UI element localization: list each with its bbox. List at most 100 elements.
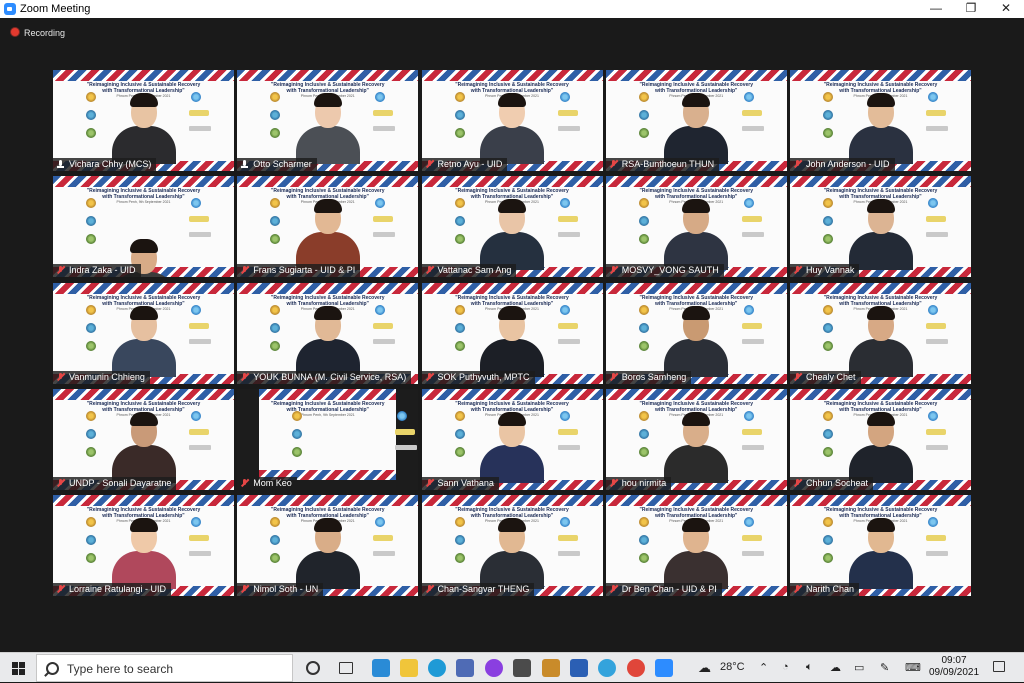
emblem-icon	[270, 517, 281, 527]
cortana-icon[interactable]	[302, 657, 324, 679]
store-app-icon[interactable]	[370, 657, 392, 679]
mic-off-icon	[610, 160, 617, 168]
chevron-up-icon[interactable]: ⌃	[759, 661, 768, 674]
participant-name: RSA-Bunthoeun THUN	[621, 159, 715, 169]
un-logo-icon	[559, 198, 570, 209]
zoom-icon[interactable]	[653, 657, 675, 679]
weather-icon[interactable]: ☁	[698, 660, 711, 676]
mic-off-icon	[57, 585, 64, 593]
video-tile[interactable]: "Reimagining Inclusive & Sustainable Rec…	[421, 70, 603, 171]
window-titlebar: Zoom Meeting — ❐ ✕	[0, 0, 1024, 18]
emblem-icon	[454, 446, 465, 457]
video-tile[interactable]: "Reimagining Inclusive & Sustainable Rec…	[53, 70, 234, 171]
partner-logo-icon	[557, 428, 578, 435]
emblem-icon	[292, 410, 303, 421]
video-tile[interactable]: "Reimagining Inclusive & Sustainable Rec…	[605, 176, 787, 278]
participant-name: Nimol Soth - UN	[253, 584, 319, 594]
notification-icon[interactable]	[993, 661, 1005, 672]
video-tile[interactable]: "Reimagining Inclusive & Sustainable Rec…	[790, 176, 971, 278]
calculator-icon[interactable]	[511, 657, 533, 679]
participant-name: Retno Ayu - UID	[437, 159, 503, 169]
battery-icon[interactable]: ▭	[854, 661, 864, 674]
word-icon[interactable]	[568, 657, 590, 679]
video-tile[interactable]: "Reimagining Inclusive & Sustainable Rec…	[790, 495, 971, 596]
minimize-button[interactable]: —	[918, 0, 954, 18]
emblem-icon	[270, 198, 281, 209]
taskbar-clock[interactable]: 09:07 09/09/2021	[926, 655, 982, 679]
video-tile[interactable]: "Reimagining Inclusive & Sustainable Rec…	[605, 388, 787, 490]
start-button[interactable]	[0, 653, 36, 683]
emblem-icon	[454, 216, 465, 227]
un-logo-icon	[928, 410, 938, 421]
volume-icon[interactable]: 🔈︎	[806, 661, 813, 674]
emblem-icon	[638, 535, 649, 545]
emblem-icon	[454, 110, 465, 120]
mic-off-icon	[426, 266, 433, 274]
mic-on-icon	[241, 160, 249, 168]
weather-temperature[interactable]: 28°C	[720, 661, 745, 673]
emblem-icon	[86, 92, 96, 102]
emblem-icon	[823, 410, 833, 421]
video-tile[interactable]: "Reimagining Inclusive & Sustainable Rec…	[237, 282, 419, 384]
archive-app-icon[interactable]	[540, 657, 562, 679]
emblem-icon	[638, 428, 649, 439]
video-tile[interactable]: "Reimagining Inclusive & Sustainable Rec…	[605, 495, 787, 596]
video-tile[interactable]: "Reimagining Inclusive & Sustainable Rec…	[237, 70, 419, 171]
task-view-icon[interactable]	[335, 657, 357, 679]
recording-indicator[interactable]: Recording	[10, 27, 65, 39]
video-tile[interactable]: "Reimagining Inclusive & Sustainable Rec…	[53, 282, 234, 384]
cloud-icon[interactable]: ☁	[830, 661, 841, 674]
close-button[interactable]: ✕	[988, 0, 1024, 18]
video-tile[interactable]: "Reimagining Inclusive & Sustainable Rec…	[605, 282, 787, 384]
partner-logo-icon	[373, 126, 396, 131]
emblem-icon	[823, 322, 833, 333]
emblem-icon	[638, 553, 649, 563]
partner-logo-icon	[373, 110, 394, 116]
video-tile[interactable]: "Reimagining Inclusive & Sustainable Rec…	[53, 388, 234, 490]
emblem-icon	[270, 304, 281, 315]
video-tile[interactable]: "Reimagining Inclusive & Sustainable Rec…	[421, 176, 603, 278]
emblem-icon	[86, 198, 96, 209]
partner-logo-icon	[926, 110, 946, 116]
video-tile[interactable]: "Reimagining Inclusive & Sustainable Rec…	[421, 495, 603, 596]
participant-nameplate: Vanmunin Chhieng	[53, 370, 150, 384]
file-explorer-icon[interactable]	[398, 657, 420, 679]
input-language-icon[interactable]: ⌨	[905, 661, 921, 674]
video-tile[interactable]: "Reimagining Inclusive & Sustainable Rec…	[421, 282, 603, 384]
emblem-icon	[86, 428, 96, 439]
video-tile[interactable]: "Reimagining Inclusive & Sustainable Rec…	[53, 176, 234, 278]
chrome-icon[interactable]	[625, 657, 647, 679]
participant-nameplate: Lorraine Ratulangi - UID	[53, 583, 172, 596]
video-tile[interactable]: "Reimagining Inclusive & Sustainable Rec…	[237, 388, 419, 490]
participant-nameplate: Vattanac Sam Ang	[421, 264, 517, 278]
video-tile[interactable]: "Reimagining Inclusive & Sustainable Rec…	[237, 176, 419, 278]
mic-off-icon	[610, 372, 617, 381]
partner-logo-icon	[741, 322, 762, 329]
partner-logo-icon	[926, 232, 948, 238]
taskbar-search-box[interactable]: Type here to search	[36, 654, 293, 682]
video-tile[interactable]: "Reimagining Inclusive & Sustainable Rec…	[790, 282, 971, 384]
participant-nameplate: RSA-Bunthoeun THUN	[605, 158, 720, 171]
video-tile[interactable]: "Reimagining Inclusive & Sustainable Rec…	[790, 388, 971, 490]
windows-icon	[12, 662, 25, 675]
edge-icon[interactable]	[426, 657, 448, 679]
video-tile[interactable]: "Reimagining Inclusive & Sustainable Rec…	[421, 388, 603, 490]
telegram-icon[interactable]	[596, 657, 618, 679]
emblem-icon	[270, 234, 281, 245]
emblem-icon	[638, 110, 649, 120]
video-tile[interactable]: "Reimagining Inclusive & Sustainable Rec…	[237, 495, 419, 596]
video-tile[interactable]: "Reimagining Inclusive & Sustainable Rec…	[605, 70, 787, 171]
partner-logo-icon	[741, 232, 764, 238]
video-tile[interactable]: "Reimagining Inclusive & Sustainable Rec…	[53, 495, 234, 596]
messenger-icon[interactable]	[483, 657, 505, 679]
pen-icon[interactable]: ✎	[880, 661, 889, 674]
network-icon[interactable]: ◔	[782, 661, 789, 673]
video-tile[interactable]: "Reimagining Inclusive & Sustainable Rec…	[790, 70, 971, 171]
emblem-icon	[823, 517, 833, 527]
participant-name: Vichara Chhy (MCS)	[69, 159, 152, 169]
window-title: Zoom Meeting	[20, 3, 91, 15]
partner-logo-icon	[741, 110, 762, 116]
partner-logo-icon	[557, 110, 578, 116]
restore-button[interactable]: ❐	[953, 0, 989, 18]
microsoft-store-icon[interactable]	[454, 657, 476, 679]
